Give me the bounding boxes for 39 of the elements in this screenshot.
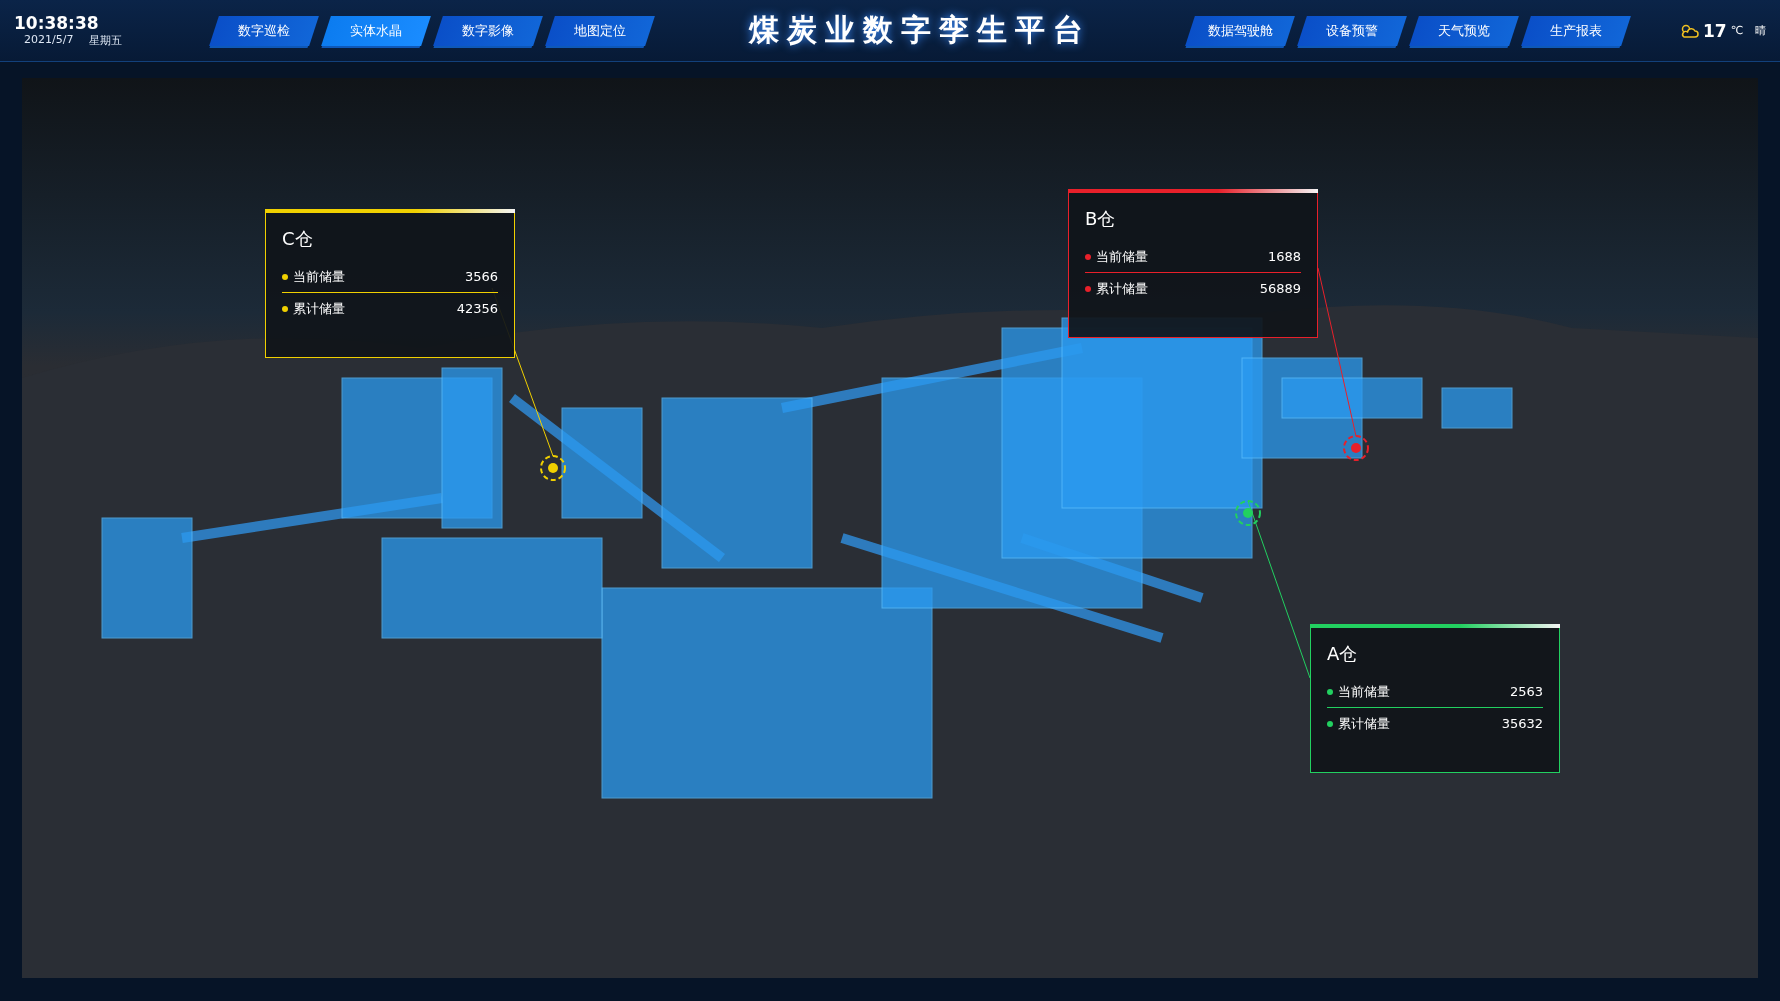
warehouse-name: A仓 [1327,642,1359,666]
nav-tab[interactable]: 数字影像 [433,15,543,46]
metric-value: 1688 [1267,249,1301,264]
location-marker-icon[interactable] [1234,499,1262,527]
metric-label: 累计储量 [1338,714,1391,733]
metric-value: 2563 [1509,684,1543,699]
metric-value: 3566 [464,269,498,284]
warehouse-name: B仓 [1085,207,1117,231]
platform-title: 煤炭业数字孪生平台 [747,11,1092,49]
status-dot [282,305,288,312]
metric-label: 当前储量 [1096,247,1149,266]
status-dot [1327,720,1333,727]
nav-tab[interactable]: 天气预览 [1409,15,1519,46]
plant-building [1441,387,1513,429]
clock-time: 10:38:38 [14,13,100,33]
status-dot [1085,253,1091,260]
location-marker-icon[interactable] [1342,434,1370,462]
nav-tab[interactable]: 设备预警 [1297,15,1407,46]
temperature-unit: ℃ [1730,24,1743,37]
metric-value: 35632 [1501,716,1543,731]
metric-label: 累计储量 [1096,279,1149,298]
weather-condition: 晴 [1755,23,1766,38]
status-dot [282,273,288,280]
temperature: 17 [1702,20,1727,41]
weekday: 星期五 [89,33,123,48]
metric-label: 当前储量 [1338,682,1391,701]
nav-tab[interactable]: 数据驾驶舱 [1185,15,1295,46]
metric-value: 56889 [1259,281,1301,296]
nav-tab[interactable]: 生产报表 [1521,15,1631,46]
warehouse-name: C仓 [282,227,314,251]
status-dot [1327,688,1333,695]
status-dot [1085,285,1091,292]
nav-tab[interactable]: 数字巡检 [209,15,319,46]
metric-label: 当前储量 [293,267,346,286]
nav-tab[interactable]: 地图定位 [545,15,655,46]
metric-value: 42356 [456,301,498,316]
nav-tab[interactable]: 实体水晶 [321,15,431,46]
date: 2021/5/7 [24,33,74,48]
metric-label: 累计储量 [293,299,346,318]
